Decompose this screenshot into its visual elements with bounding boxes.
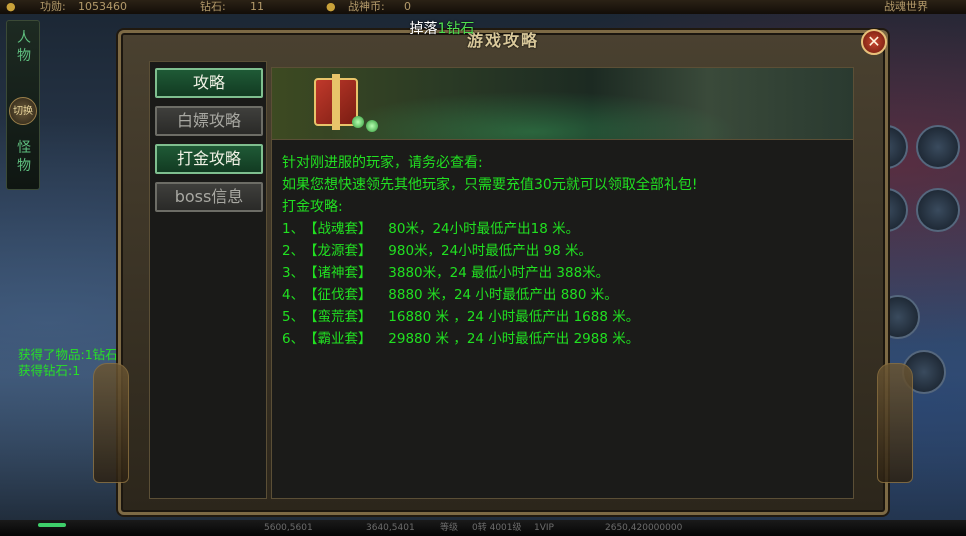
skill-button[interactable] xyxy=(916,188,960,232)
guide-text: 针对刚进服的玩家，请务必查看: 如果您想快速领先其他玩家，只需要充值30元就可以… xyxy=(282,152,842,350)
coord-display: 3640,5401 xyxy=(366,523,415,533)
item-name: 【霸业套】 xyxy=(304,331,372,347)
item-number: 6、 xyxy=(282,331,305,347)
list-item: 6、 【霸业套】 29880 米 ，24 小时最低产出 2988 米。 xyxy=(282,328,842,350)
list-item: 4、 【征伐套】 8880 米，24 小时最低产出 880 米。 xyxy=(282,284,842,306)
tab-role[interactable]: 人物 xyxy=(15,29,33,65)
item-name: 【征伐套】 xyxy=(304,287,372,303)
chat-line: 获得了物品:1钻石 xyxy=(18,347,118,362)
item-detail: 80米，24小时最低产出18 米。 xyxy=(384,221,580,237)
strategy-dialog: 游戏攻略 ✕ 攻略 白嫖攻略 打金攻略 boss信息 针对刚进服的玩家，请务必查… xyxy=(93,29,913,515)
dragon-ornament-left xyxy=(93,363,129,483)
item-number: 5、 xyxy=(282,309,305,325)
tab-boss-info[interactable]: boss信息 xyxy=(155,182,263,212)
gift-box-icon xyxy=(314,74,358,130)
item-detail: 29880 米 ，24 小时最低产出 2988 米。 xyxy=(384,331,640,347)
content-panel: 针对刚进服的玩家，请务必查看: 如果您想快速领先其他玩家，只需要充值30元就可以… xyxy=(271,67,854,499)
item-detail: 8880 米，24 小时最低产出 880 米。 xyxy=(384,287,618,303)
dialog-title: 游戏攻略 xyxy=(466,31,539,50)
bottom-status-bar: 5600,5601 3640,5401 等级 0转 4001级 1VIP 265… xyxy=(0,520,966,536)
switch-button[interactable]: 切换 xyxy=(9,97,37,125)
stat-merit-value: 1053460 xyxy=(78,0,127,13)
merit-icon: ● xyxy=(6,0,16,13)
coord-display: 5600,5601 xyxy=(264,523,313,533)
tab-panel: 攻略 白嫖攻略 打金攻略 boss信息 xyxy=(149,61,267,499)
list-item: 2、 【龙源套】 980米，24小时最低产出 98 米。 xyxy=(282,240,842,262)
tab-free-strategy[interactable]: 白嫖攻略 xyxy=(155,106,263,136)
close-button[interactable]: ✕ xyxy=(861,29,887,55)
stat-merit-label: 功勋: xyxy=(40,0,66,13)
item-name: 【诸神套】 xyxy=(304,265,372,281)
tab-strategy[interactable]: 攻略 xyxy=(155,68,263,98)
skill-button[interactable] xyxy=(916,125,960,169)
gold-value: 2650,420000000 xyxy=(605,523,683,533)
left-side-menu: 人物 切换 怪物 xyxy=(6,20,40,190)
drop-notification: 掉落1钻石 xyxy=(405,20,474,38)
jade-icon xyxy=(366,120,378,132)
intro-line: 如果您想快速领先其他玩家，只需要充值30元就可以领取全部礼包! xyxy=(282,177,698,193)
tab-monster[interactable]: 怪物 xyxy=(15,139,33,175)
level-label: 等级 xyxy=(440,523,459,533)
dragon-ornament-right xyxy=(877,363,913,483)
stat-diamond-label: 钻石: xyxy=(200,0,226,13)
server-name: 战魂世界 xyxy=(884,0,928,13)
stat-diamond-value: 11 xyxy=(250,0,264,13)
item-detail: 3880米，24 最低小时产出 388米。 xyxy=(384,265,610,281)
level-value: 0转 4001级 xyxy=(472,523,522,533)
intro-line: 针对刚进服的玩家，请务必查看: xyxy=(282,155,483,171)
drop-item: 1钻石 xyxy=(437,21,475,37)
list-item: 3、 【诸神套】 3880米，24 最低小时产出 388米。 xyxy=(282,262,842,284)
banner-image xyxy=(272,68,853,140)
item-name: 【蛮荒套】 xyxy=(304,309,372,325)
top-status-bar: ● 功勋: 1053460 钻石: 11 ● 战神币: 0 战魂世界 xyxy=(0,0,966,14)
intro-line: 打金攻略: xyxy=(282,199,343,215)
item-name: 【战魂套】 xyxy=(304,221,372,237)
item-detail: 16880 米 ，24 小时最低产出 1688 米。 xyxy=(384,309,640,325)
item-number: 3、 xyxy=(282,265,305,281)
stat-coin-value: 0 xyxy=(404,0,411,13)
jade-icon xyxy=(352,116,364,128)
item-detail: 980米，24小时最低产出 98 米。 xyxy=(384,243,592,259)
tab-gold-farming[interactable]: 打金攻略 xyxy=(155,144,263,174)
item-number: 1、 xyxy=(282,221,305,237)
vip-label: 1VIP xyxy=(534,523,554,533)
stat-coin-label: 战神币: xyxy=(348,0,385,13)
list-item: 5、 【蛮荒套】 16880 米 ，24 小时最低产出 1688 米。 xyxy=(282,306,842,328)
item-number: 4、 xyxy=(282,287,305,303)
item-number: 2、 xyxy=(282,243,305,259)
list-item: 1、 【战魂套】 80米，24小时最低产出18 米。 xyxy=(282,218,842,240)
drop-text: 掉落 xyxy=(405,21,438,37)
coin-icon: ● xyxy=(326,0,336,13)
item-name: 【龙源套】 xyxy=(304,243,372,259)
exp-indicator xyxy=(38,523,66,527)
